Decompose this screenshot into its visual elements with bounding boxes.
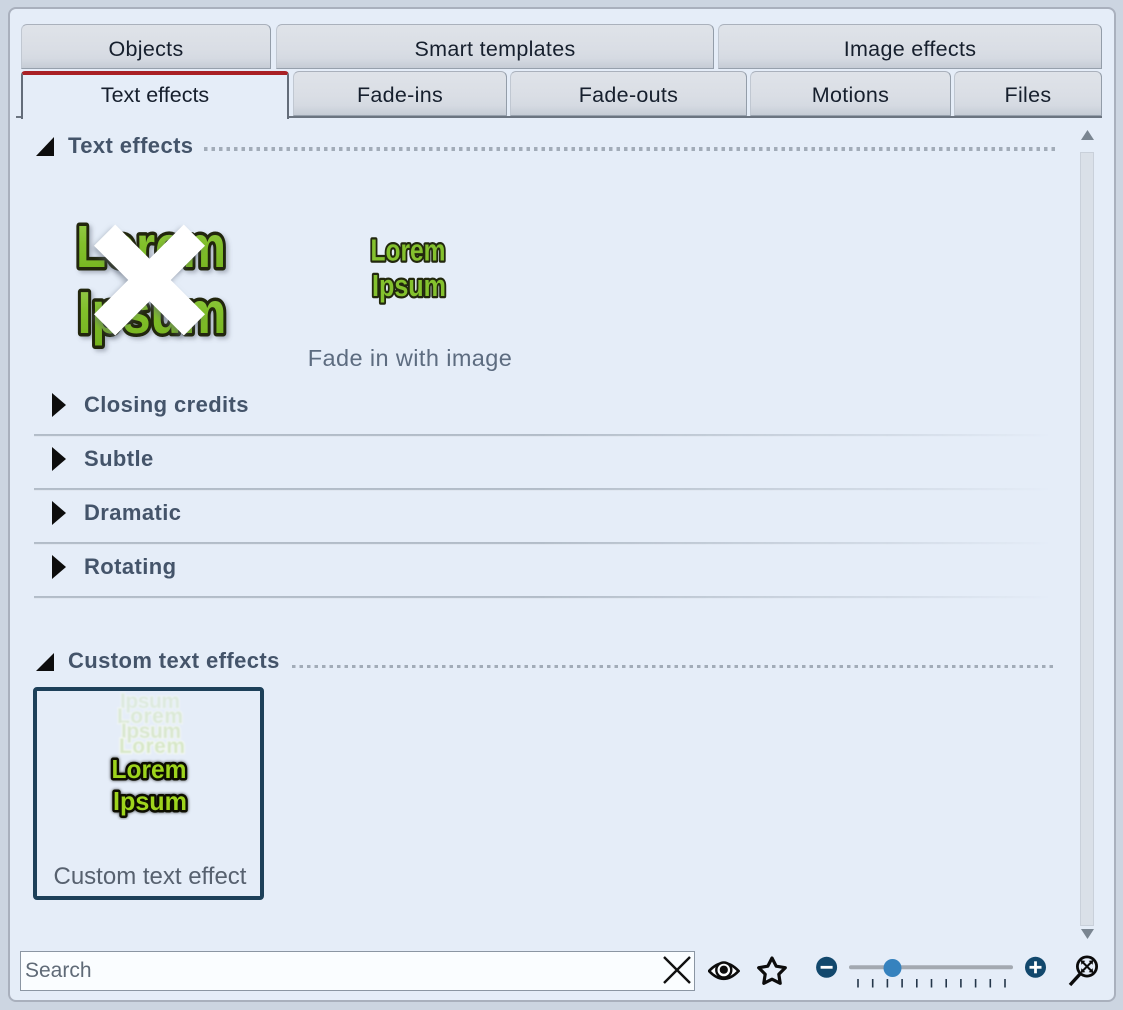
svg-text:Ipsum: Ipsum [372,268,446,303]
svg-text:Ipsum: Ipsum [113,786,187,816]
svg-text:Lorem: Lorem [112,754,187,784]
svg-text:Lorem: Lorem [371,233,446,268]
